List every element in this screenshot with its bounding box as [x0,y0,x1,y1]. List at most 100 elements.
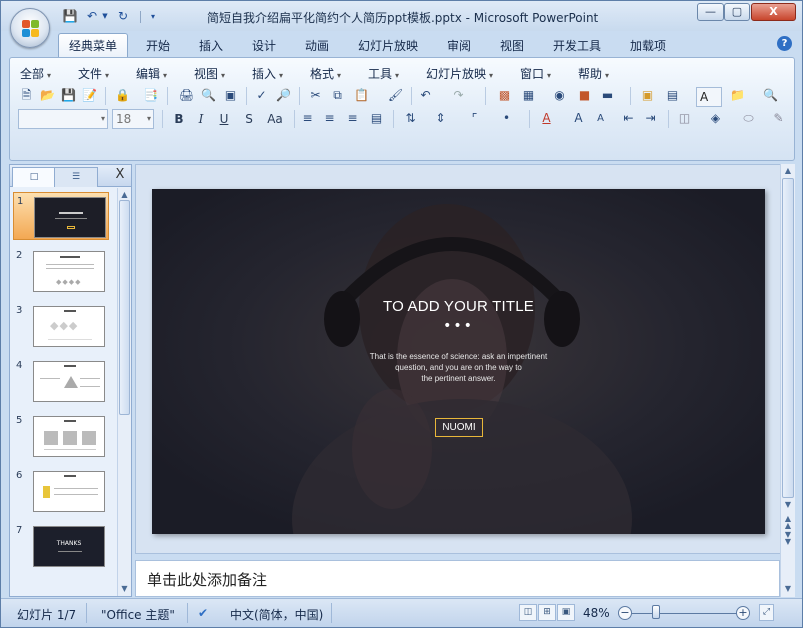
zoom-slider-thumb[interactable] [652,605,660,619]
paste-icon[interactable]: 📋 [353,87,370,104]
slide-body-text[interactable]: That is the essence of science: ask an i… [332,351,585,384]
tab-developer[interactable]: 开发工具 [548,36,606,56]
spelling-icon[interactable]: ✓ [253,87,270,104]
menu-view[interactable]: 视图 ▾ [194,65,225,82]
save-file-icon[interactable]: 💾 [60,87,77,104]
menu-window[interactable]: 窗口 ▾ [520,65,551,82]
open-folder-icon[interactable]: 📁 [729,87,746,104]
redo-icon[interactable]: ↻ [115,9,131,24]
insert-table-icon[interactable]: ▦ [520,87,537,104]
scrollbar-thumb[interactable] [782,178,794,498]
slide-thumbnail-7[interactable]: 7 THANKS [13,522,109,570]
shape-fill-icon[interactable]: ⬭ [740,110,757,127]
tab-design[interactable]: 设计 [247,36,281,56]
arrange-icon[interactable]: ◫ [676,110,693,127]
slide-scrollbar[interactable]: ▲ ▼ ▲ ▲ ▼ ▼ ▼ [780,164,795,597]
color-fill-icon[interactable]: ▬ [599,87,616,104]
slide-thumbnail-2[interactable]: 2 ◆◆◆◆ [13,247,109,295]
new-file-icon[interactable]: 🗎 [18,87,35,104]
find-icon[interactable]: 🔍 [762,87,779,104]
open-file-icon[interactable]: 📂 [39,87,56,104]
spell-check-icon[interactable]: ✔ [198,606,208,620]
slide-thumbnail-3[interactable]: 3 ◆◆◆ [13,302,109,350]
zoom-out-icon[interactable]: − [618,606,632,620]
slide-thumbnail-6[interactable]: 6 [13,467,109,515]
numbering-icon[interactable]: ⌜ [466,110,483,127]
insert-chart-icon[interactable]: ▩ [496,87,513,104]
notes-placeholder[interactable]: 单击此处添加备注 [147,569,267,590]
permission-icon[interactable]: 🔒 [114,87,131,104]
line-spacing-icon[interactable]: ⇕ [432,110,449,127]
new-slide-icon[interactable]: ▣ [639,87,656,104]
menu-insert[interactable]: 插入 ▾ [252,65,283,82]
scroll-up-icon[interactable]: ▲ [783,166,793,175]
quick-styles-icon[interactable]: ◈ [707,110,724,127]
tab-addins[interactable]: 加载项 [625,36,671,56]
shadow-button[interactable]: S [240,110,258,128]
slide-thumbnail-1[interactable]: 1 [13,192,109,240]
copy-icon[interactable]: ⧉ [329,87,346,104]
office-button[interactable] [10,8,50,48]
undo-toolbar-icon[interactable]: ↶ [417,87,434,104]
tab-outline[interactable]: ☰ [54,167,98,187]
scroll-down-icon[interactable]: ▼ [120,584,129,593]
format-painter-icon[interactable]: 🖌 [387,87,404,104]
menu-file[interactable]: 文件 ▾ [78,65,109,82]
zoom-in-icon[interactable]: + [736,606,750,620]
clip-art-icon[interactable]: ◉ [551,87,568,104]
slides-panel-scrollbar[interactable]: ▲ ▼ [117,188,131,596]
menu-format[interactable]: 格式 ▾ [310,65,341,82]
cut-icon[interactable]: ✂ [307,87,324,104]
minimize-button[interactable]: — [697,3,724,21]
insert-picture-icon[interactable]: ■ [576,87,593,104]
text-box-combo[interactable]: A [696,87,722,107]
bold-button[interactable]: B [170,110,188,128]
redo-toolbar-icon[interactable]: ↷ [450,87,467,104]
tab-slides-thumbnails[interactable]: □ [12,167,56,187]
tab-animations[interactable]: 动画 [300,36,334,56]
tab-home[interactable]: 开始 [141,36,175,56]
notes-pane[interactable]: 单击此处添加备注 [135,560,780,597]
close-button[interactable]: X [751,3,796,21]
slide-canvas[interactable]: TO ADD YOUR TITLE ••• That is the essenc… [152,189,765,534]
shrink-font-icon[interactable]: A [592,110,609,127]
slideshow-view-button[interactable]: ▣ [557,604,575,621]
fit-to-window-icon[interactable]: ⤢ [759,604,774,621]
help-icon[interactable]: ? [777,36,792,51]
save-as-icon[interactable]: 📝 [81,87,98,104]
slide-sorter-view-button[interactable]: ⊞ [538,604,556,621]
research-icon[interactable]: 🔎 [275,87,292,104]
tab-insert[interactable]: 插入 [194,36,228,56]
save-icon[interactable]: 💾 [62,9,78,24]
decrease-indent-icon[interactable]: ⇤ [620,110,637,127]
slide-thumbnail-4[interactable]: 4 [13,357,109,405]
normal-view-button[interactable]: ◫ [519,604,537,621]
language-indicator[interactable]: 中文(简体，中国) [230,606,323,623]
underline-button[interactable]: U [215,110,233,128]
grow-font-icon[interactable]: A [570,110,587,127]
menu-help[interactable]: 帮助 ▾ [578,65,609,82]
align-center-icon[interactable]: ≡ [321,110,338,127]
slide-thumbnail-5[interactable]: 5 [13,412,109,460]
previous-slide-icon[interactable]: ▲ [783,521,793,530]
change-case-button[interactable]: Aa [262,110,288,128]
italic-button[interactable]: I [192,110,210,128]
zoom-slider-track[interactable] [632,613,742,614]
layout-icon[interactable]: ▤ [664,87,681,104]
print-preview-icon[interactable]: 🔍 [200,87,217,104]
page-setup-icon[interactable]: ▣ [222,87,239,104]
scrollbar-thumb[interactable] [119,200,130,415]
tab-view[interactable]: 视图 [495,36,529,56]
menu-edit[interactable]: 编辑 ▾ [136,65,167,82]
font-name-select[interactable]: ▾ [18,109,108,129]
tab-classic-menu[interactable]: 经典菜单 [58,33,128,58]
menu-all[interactable]: 全部 ▾ [20,65,51,82]
font-size-select[interactable]: 18 ▾ [112,109,154,129]
font-color-icon[interactable]: A [538,110,555,127]
increase-indent-icon[interactable]: ⇥ [642,110,659,127]
slide-title[interactable]: TO ADD YOUR TITLE [152,298,765,315]
scroll-up-icon[interactable]: ▲ [120,190,129,199]
align-right-icon[interactable]: ≡ [344,110,361,127]
maximize-button[interactable]: ▢ [724,3,750,21]
undo-icon[interactable]: ↶ [84,9,100,24]
